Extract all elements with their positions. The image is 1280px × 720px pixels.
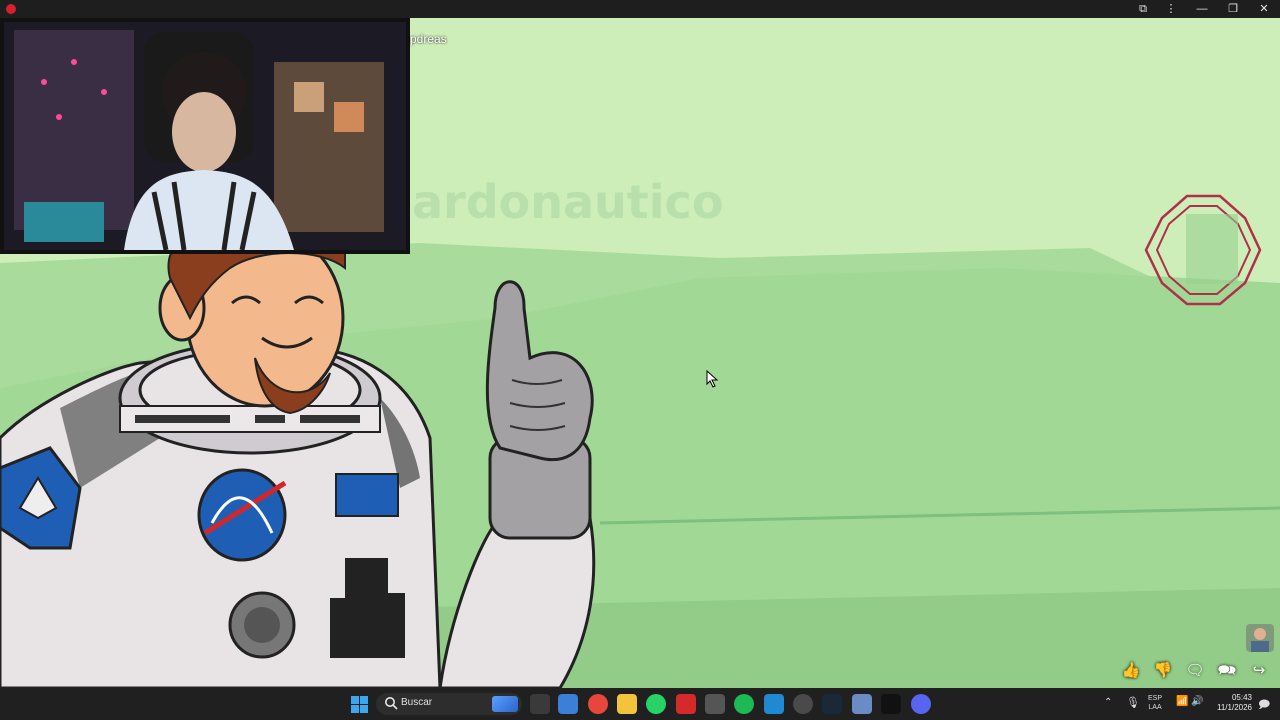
search-placeholder: Buscar — [401, 697, 433, 708]
whatsapp-icon[interactable] — [646, 694, 666, 714]
minimize-icon[interactable]: — — [1190, 1, 1214, 17]
notification-icon[interactable]: 🗩 — [1258, 696, 1270, 715]
microphone-icon[interactable]: 🎙 — [1126, 696, 1140, 709]
clock-time: 05:43 — [1231, 693, 1252, 702]
taskbar: Buscar ⌃ 🎙 ESP LAA 📶 🔊 05:43 11/1/2026 🗩 — [0, 688, 1280, 720]
more-icon[interactable]: ⋮ — [1159, 1, 1183, 17]
reaction-bar: 👍 👎 🗨 🗪 ↪ — [1120, 660, 1270, 682]
wifi-icon[interactable]: 📶 — [1176, 696, 1188, 707]
like-icon[interactable]: 👍 — [1120, 660, 1142, 682]
vscode-icon[interactable] — [764, 694, 784, 714]
mouse-cursor-icon — [706, 370, 719, 388]
extensions-icon[interactable]: ⧉ — [1131, 1, 1155, 17]
share-icon[interactable]: ↪ — [1248, 660, 1270, 682]
webcam-overlay — [0, 18, 410, 254]
discord-icon[interactable] — [911, 694, 931, 714]
title-bar: ⧉ ⋮ — ❐ ✕ — [0, 0, 1280, 18]
steam-icon[interactable] — [822, 694, 842, 714]
spotify-icon[interactable] — [734, 694, 754, 714]
chat-icon[interactable]: 🗪 — [1216, 660, 1238, 682]
file-explorer-icon[interactable] — [617, 694, 637, 714]
dislike-icon[interactable]: 👎 — [1152, 660, 1174, 682]
tray-chevron-icon[interactable]: ⌃ — [1104, 697, 1112, 708]
webcam-label: pdreas — [410, 32, 447, 46]
capcut-icon[interactable] — [881, 694, 901, 714]
utility-icon[interactable] — [852, 694, 872, 714]
channel-avatar[interactable] — [1246, 624, 1274, 652]
store-icon[interactable] — [558, 694, 578, 714]
volume-icon[interactable]: 🔊 — [1191, 696, 1203, 707]
system-clock[interactable]: 05:43 11/1/2026 — [1210, 693, 1252, 713]
task-view-icon[interactable] — [530, 694, 550, 714]
webcam-feed — [4, 22, 406, 250]
terminal-icon[interactable] — [705, 694, 725, 714]
app-icon — [6, 4, 16, 14]
close-icon[interactable]: ✕ — [1252, 1, 1276, 17]
clock-date: 11/1/2026 — [1217, 703, 1252, 712]
comment-icon[interactable]: 🗨 — [1184, 660, 1206, 682]
search-highlight-icon — [492, 696, 518, 712]
search-icon — [385, 697, 398, 710]
restore-icon[interactable]: ❐ — [1221, 1, 1245, 17]
settings-app-icon[interactable] — [793, 694, 813, 714]
media-app-icon[interactable] — [676, 694, 696, 714]
watermark-text: ardonautico — [412, 175, 723, 229]
chrome-icon[interactable] — [588, 694, 608, 714]
language-indicator[interactable]: ESP LAA — [1148, 694, 1162, 712]
windows-start-icon[interactable] — [351, 696, 368, 713]
taskbar-search[interactable]: Buscar — [376, 693, 522, 715]
